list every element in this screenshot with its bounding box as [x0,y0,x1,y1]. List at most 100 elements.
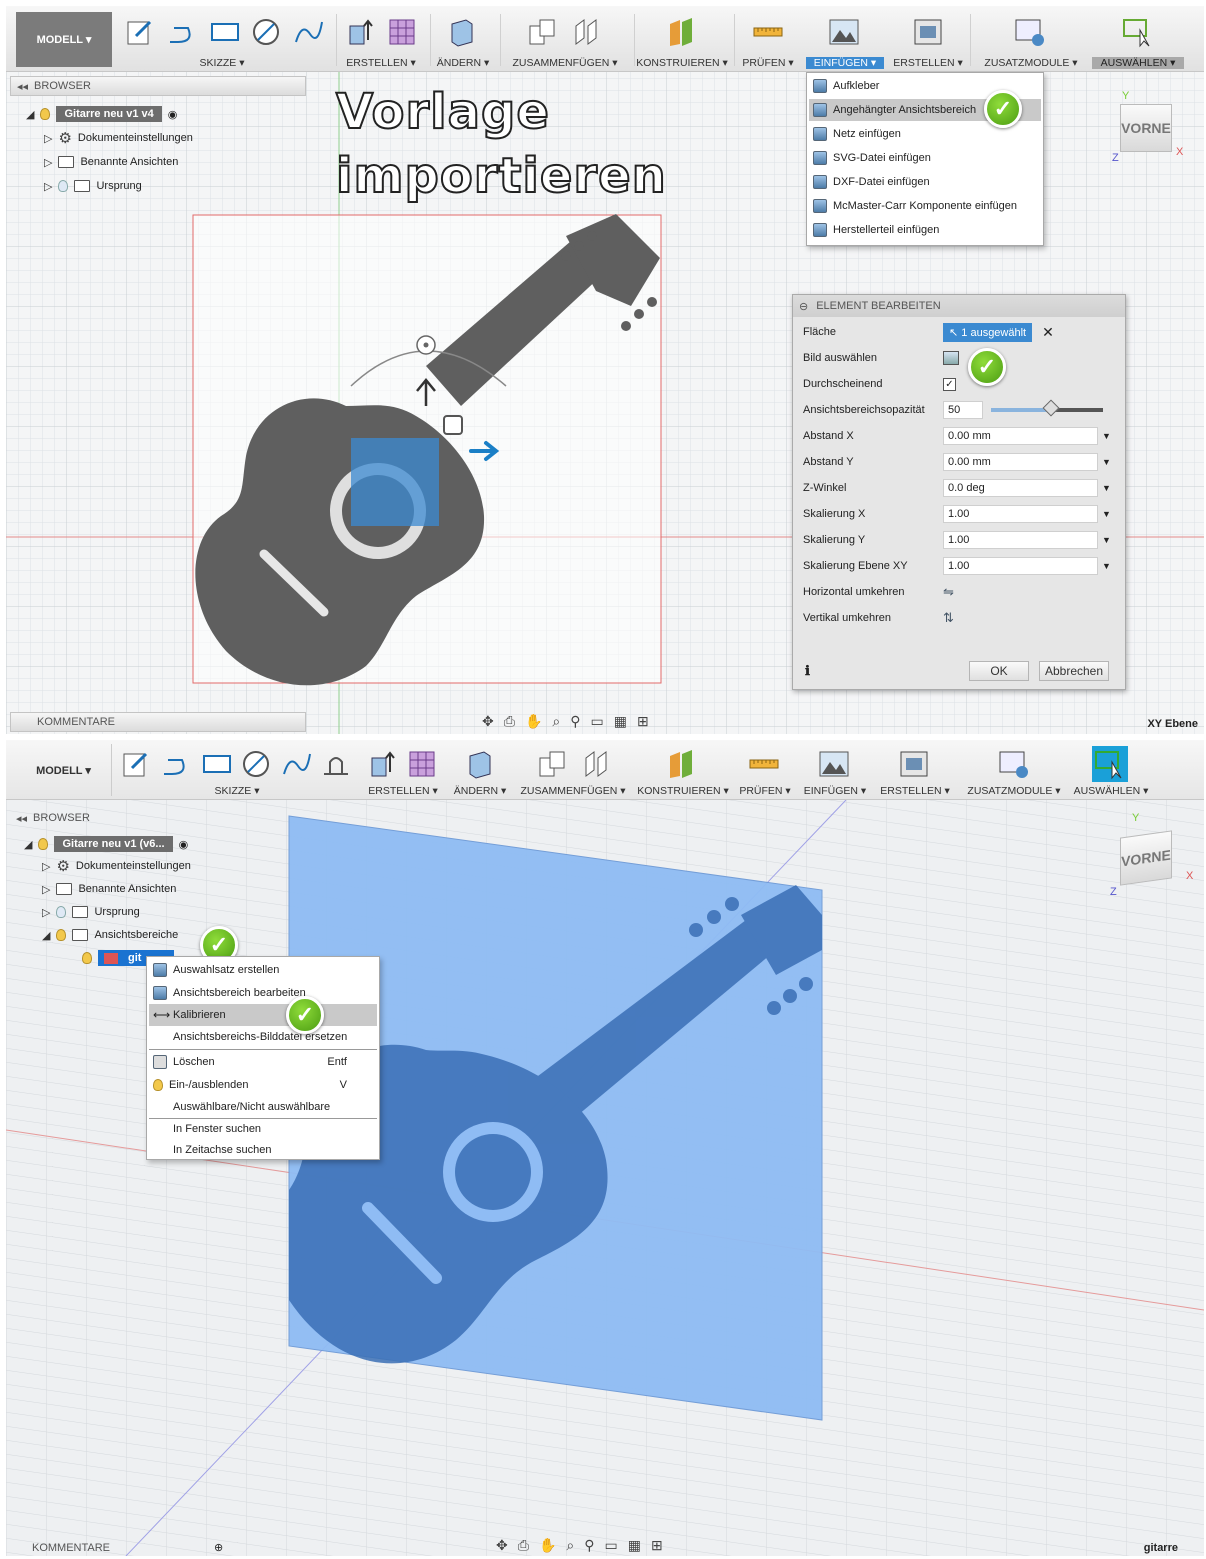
offset-y-input[interactable]: 0.00 mm [943,453,1098,471]
addins-label[interactable]: ZUSATZMODULE ▾ [962,785,1066,797]
tree-item-documentsettings[interactable]: ▷ ⚙ Dokumenteinstellungen [44,128,193,148]
line-icon[interactable] [166,16,198,48]
make-group[interactable]: ERSTELLEN ▾ [892,6,964,72]
grid-settings-icon[interactable]: ▦ [614,713,627,730]
menu-item-create-selection-set[interactable]: Auswahlsatz erstellen [149,959,377,981]
select-group[interactable]: AUSWÄHLEN ▾ [1072,740,1150,800]
create-sketch-icon[interactable] [124,16,156,48]
make-group[interactable]: ERSTELLEN ▾ [874,740,956,800]
menu-item-insert-dxf[interactable]: DXF-Datei einfügen [809,171,1041,193]
visibility-bulb-icon[interactable] [38,838,49,850]
slider-handle[interactable] [1042,399,1060,417]
insert-group[interactable]: EINFÜGEN ▾ [802,740,868,800]
menu-item-show-hide[interactable]: Ein-/ausblenden V [149,1074,377,1096]
viewcube[interactable]: VORNE [1120,104,1172,152]
new-component-icon[interactable] [526,16,558,48]
inspect-group[interactable]: PRÜFEN ▾ [736,740,794,800]
tree-root[interactable]: ◢ Gitarre neu v1 v4 ◉ [26,104,177,124]
fit-icon[interactable]: ⚲ [570,713,580,730]
menu-item-selectable[interactable]: Auswählbare/Nicht auswählbare [149,1096,377,1118]
new-component-icon[interactable] [536,748,568,780]
menu-item-edit-canvas[interactable]: Ansichtsbereich bearbeiten [149,982,377,1004]
menu-item-insert-svg[interactable]: SVG-Datei einfügen [809,147,1041,169]
opacity-slider[interactable] [991,399,1103,417]
rectangle-icon[interactable] [200,748,232,780]
menu-item-find-in-timeline[interactable]: In Zeitachse suchen [149,1139,377,1161]
dropdown-arrow-icon[interactable]: ▼ [1102,483,1111,493]
visibility-bulb-icon[interactable] [56,906,67,918]
look-at-icon[interactable]: ⎙ [504,713,515,730]
display-settings-icon[interactable]: ▭ [604,1537,617,1554]
make-label[interactable]: ERSTELLEN ▾ [892,57,964,69]
construct-group[interactable]: KONSTRUIEREN ▾ [636,6,728,72]
expand-icon[interactable]: ◢ [42,929,50,942]
spline-icon[interactable] [292,16,324,48]
create-group[interactable]: ERSTELLEN ▾ [338,6,424,72]
expand-icon[interactable]: ◢ [26,108,34,121]
expand-icon[interactable]: ▷ [42,906,50,919]
inspect-label[interactable]: PRÜFEN ▾ [736,785,794,797]
press-pull-icon[interactable] [464,748,496,780]
expand-icon[interactable]: ◢ [24,838,32,851]
expand-icon[interactable]: ▷ [44,156,52,169]
scripts-icon[interactable] [998,748,1030,780]
menu-item-replace-image[interactable]: Ansichtsbereichs-Bilddatei ersetzen [149,1026,377,1048]
viewcube[interactable]: VORNE [1120,830,1172,886]
look-at-icon[interactable]: ⎙ [518,1537,529,1554]
zoom-icon[interactable]: ⌕ [552,713,560,730]
comments-panel[interactable]: KOMMENTARE [10,712,306,732]
comments-label[interactable]: KOMMENTARE [32,1542,110,1554]
expand-icon[interactable]: ▷ [44,132,52,145]
scripts-icon[interactable] [1014,16,1046,48]
select-label[interactable]: AUSWÄHLEN ▾ [1072,785,1150,797]
modify-group[interactable]: ÄNDERN ▾ [432,6,494,72]
menu-item-find-in-window[interactable]: In Fenster suchen [149,1118,377,1140]
z-angle-input[interactable]: 0.0 deg [943,479,1098,497]
viewports-icon[interactable]: ⊞ [651,1537,663,1554]
modify-label[interactable]: ÄNDERN ▾ [450,785,510,797]
select-image-icon[interactable] [943,351,959,365]
dropdown-arrow-icon[interactable]: ▼ [1102,457,1111,467]
create-label[interactable]: ERSTELLEN ▾ [338,57,424,69]
dropdown-arrow-icon[interactable]: ▼ [1102,509,1111,519]
sketch-group[interactable]: SKIZZE ▾ [118,6,326,72]
spline-icon[interactable] [280,748,312,780]
opacity-input[interactable]: 50 [943,401,983,419]
browser-header[interactable]: ◂◂ BROWSER [10,808,236,828]
orbit-icon[interactable]: ✥ [496,1537,508,1554]
inspect-label[interactable]: PRÜFEN ▾ [736,57,800,69]
project-icon[interactable] [320,748,352,780]
circle-icon[interactable] [240,748,272,780]
assemble-group[interactable]: ZUSAMMENFÜGEN ▾ [518,740,628,800]
addins-label[interactable]: ZUSATZMODULE ▾ [976,57,1086,69]
workspace-mode-button[interactable]: MODELL ▾ [16,744,112,796]
assemble-label[interactable]: ZUSAMMENFÜGEN ▾ [502,57,628,69]
face-selection-button[interactable]: ↖ 1 ausgewählt [943,322,1033,342]
offset-plane-icon[interactable] [666,16,698,48]
pan-icon[interactable]: ✋ [539,1537,556,1554]
create-sketch-icon[interactable] [120,748,152,780]
dropdown-arrow-icon[interactable]: ▼ [1102,561,1111,571]
orbit-icon[interactable]: ✥ [482,713,494,730]
press-pull-icon[interactable] [446,16,478,48]
addins-group[interactable]: ZUSATZMODULE ▾ [962,740,1066,800]
create-label[interactable]: ERSTELLEN ▾ [362,785,444,797]
tree-item-origin[interactable]: ▷ Ursprung [42,902,140,922]
menu-item-manufacturer-part[interactable]: Herstellerteil einfügen [809,219,1041,241]
visibility-bulb-icon[interactable] [56,929,67,941]
sketch-label[interactable]: SKIZZE ▾ [112,785,362,797]
insert-label[interactable]: EINFÜGEN ▾ [806,57,884,69]
3d-print-icon[interactable] [912,16,944,48]
cancel-button[interactable]: Abbrechen [1039,661,1109,681]
tree-item-canvases[interactable]: ◢ Ansichtsbereiche [42,925,178,945]
tree-item-namedviews[interactable]: ▷ Benannte Ansichten [44,152,178,172]
dropdown-arrow-icon[interactable]: ▼ [1102,535,1111,545]
root-document-name[interactable]: Gitarre neu v1 v4 [56,106,162,122]
select-arrow-icon[interactable] [1092,746,1128,782]
menu-item-calibrate[interactable]: ⟷ Kalibrieren [149,1004,377,1026]
extrude-icon[interactable] [366,748,398,780]
transparent-checkbox[interactable]: ✓ [943,377,956,391]
menu-item-delete[interactable]: Löschen Entf [149,1051,377,1073]
make-label[interactable]: ERSTELLEN ▾ [874,785,956,797]
expand-icon[interactable]: ▷ [44,180,52,193]
